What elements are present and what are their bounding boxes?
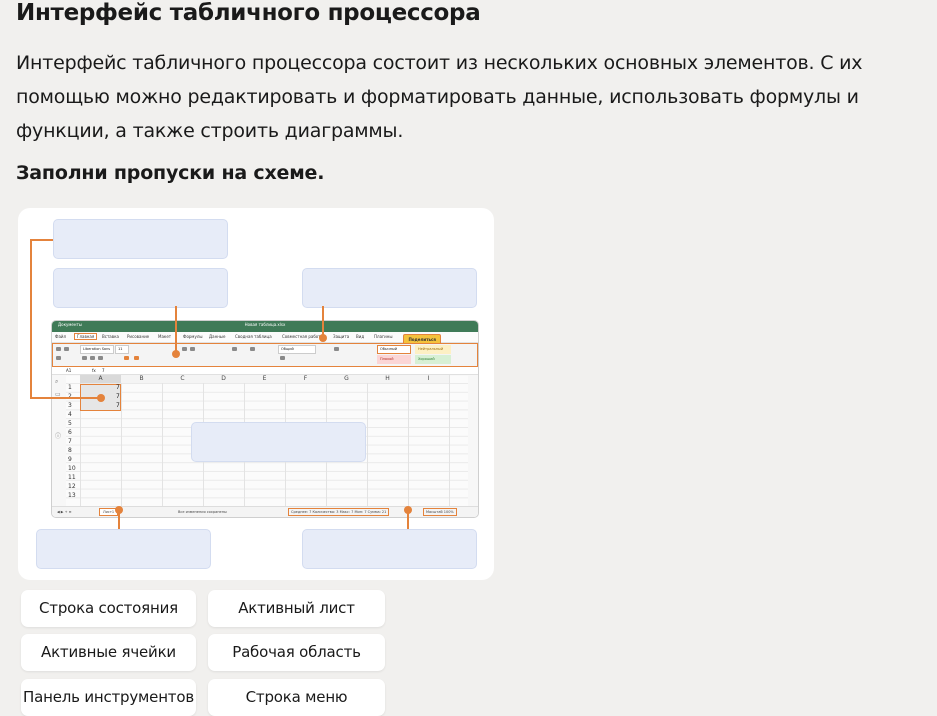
- connector-line: [175, 306, 177, 352]
- copy-icon[interactable]: [64, 347, 69, 351]
- row-number[interactable]: 7: [68, 438, 78, 445]
- answer-option-toolbar[interactable]: Панель инструментов: [21, 679, 196, 716]
- row-number[interactable]: 12: [68, 483, 78, 490]
- menu-bar: Файл Главная Вставка Рисование Макет Фор…: [52, 332, 478, 345]
- connector-dot: [97, 394, 105, 402]
- row-number[interactable]: 10: [68, 465, 78, 472]
- row-number[interactable]: 5: [68, 420, 78, 427]
- cell-value[interactable]: 7: [116, 402, 120, 409]
- connector-line: [30, 397, 100, 399]
- column-header[interactable]: H: [367, 375, 408, 383]
- intro-text: Интерфейс табличного процессора состоит …: [16, 52, 863, 142]
- column-header[interactable]: A: [80, 375, 121, 383]
- answer-option-active-sheet[interactable]: Активный лист: [208, 590, 385, 627]
- style-good[interactable]: Хороший: [415, 355, 451, 364]
- info-icon[interactable]: ⓘ: [55, 431, 61, 440]
- cell-value[interactable]: 7: [116, 393, 120, 400]
- style-normal[interactable]: Обычный: [377, 345, 411, 354]
- menu-item-protect[interactable]: Защита: [333, 334, 349, 339]
- column-header[interactable]: B: [121, 375, 162, 383]
- answer-option-active-cells[interactable]: Активные ячейки: [21, 634, 196, 671]
- row-number[interactable]: 9: [68, 456, 78, 463]
- menu-item-draw[interactable]: Рисование: [127, 334, 149, 339]
- menu-item-view[interactable]: Вид: [356, 334, 364, 339]
- page-title: Интерфейс табличного процессора: [16, 0, 481, 26]
- drop-slot-bottom-left[interactable]: [36, 529, 211, 569]
- menu-item-plugins[interactable]: Плагины: [374, 334, 393, 339]
- sort-icon[interactable]: [250, 347, 255, 351]
- title-bar: Документы Новая таблица.xlsx: [52, 321, 478, 332]
- menu-item-collab[interactable]: Совместная работа: [282, 334, 323, 339]
- menu-item-file[interactable]: Файл: [55, 334, 66, 339]
- left-sidebar: ⌕ ▭ ⓘ: [52, 375, 66, 506]
- right-sidebar: [468, 375, 478, 506]
- drop-slot-bottom-right[interactable]: [302, 529, 477, 569]
- cell-value[interactable]: 7: [116, 384, 120, 391]
- fill-color-icon[interactable]: [124, 356, 129, 360]
- column-header[interactable]: D: [203, 375, 244, 383]
- sheet-nav-icon[interactable]: ◀ ▶ + ≡: [57, 510, 72, 514]
- zoom-control[interactable]: Масштаб 100%: [423, 508, 457, 516]
- column-header[interactable]: I: [408, 375, 449, 383]
- menu-item-layout[interactable]: Макет: [158, 334, 171, 339]
- row-number[interactable]: 4: [68, 411, 78, 418]
- menu-item-data[interactable]: Данные: [209, 334, 225, 339]
- drop-slot-workspace[interactable]: [191, 422, 366, 462]
- row-number[interactable]: 8: [68, 447, 78, 454]
- connector-dot: [404, 506, 412, 514]
- row-number[interactable]: 6: [68, 429, 78, 436]
- conditional-format-icon[interactable]: [334, 347, 339, 351]
- drop-slot-toolbar[interactable]: [302, 268, 477, 308]
- style-neutral[interactable]: Нейтральный: [415, 345, 451, 354]
- column-header[interactable]: F: [285, 375, 326, 383]
- row-number[interactable]: 11: [68, 474, 78, 481]
- connector-dot: [319, 334, 327, 342]
- font-name-select[interactable]: Liberation Sans: [80, 345, 114, 354]
- answer-option-workspace[interactable]: Рабочая область: [208, 634, 385, 671]
- fx-icon: fx: [92, 368, 96, 373]
- menu-item-formulas[interactable]: Формулы: [183, 334, 203, 339]
- row-number[interactable]: 3: [68, 402, 78, 409]
- search-icon[interactable]: ⌕: [55, 378, 58, 386]
- doc-title: Новая таблица.xlsx: [244, 322, 286, 327]
- bold-icon[interactable]: [82, 356, 87, 360]
- menu-item-pivot[interactable]: Сводная таблица: [235, 334, 272, 339]
- row-number[interactable]: 13: [68, 492, 78, 499]
- connector-line: [30, 239, 53, 241]
- save-status: Все изменения сохранены: [178, 510, 227, 514]
- font-size-select[interactable]: 11: [115, 345, 129, 354]
- formula-input[interactable]: 7: [102, 368, 105, 373]
- spreadsheet-screenshot: Документы Новая таблица.xlsx Файл Главна…: [51, 320, 479, 518]
- answer-option-menu-bar[interactable]: Строка меню: [208, 679, 385, 716]
- number-format-select[interactable]: Общий: [278, 345, 316, 354]
- menu-item-home[interactable]: Главная: [74, 333, 98, 340]
- formula-bar: A1 fx 7: [52, 367, 478, 375]
- percent-icon[interactable]: [280, 356, 285, 360]
- task-text: Заполни пропуски на схеме.: [16, 162, 325, 184]
- column-header[interactable]: G: [326, 375, 367, 383]
- font-color-icon[interactable]: [134, 356, 139, 360]
- align-left-icon[interactable]: [182, 347, 187, 351]
- column-header[interactable]: E: [244, 375, 285, 383]
- row-number[interactable]: 1: [68, 384, 78, 391]
- drop-slot-menu[interactable]: [53, 268, 228, 308]
- connector-line: [30, 239, 32, 398]
- connector-dot: [115, 506, 123, 514]
- underline-icon[interactable]: [98, 356, 103, 360]
- cut-icon[interactable]: [56, 356, 61, 360]
- paste-icon[interactable]: [56, 347, 61, 351]
- menu-item-insert[interactable]: Вставка: [102, 334, 119, 339]
- align-center-icon[interactable]: [190, 347, 195, 351]
- column-header[interactable]: C: [162, 375, 203, 383]
- toolbar: Liberation Sans 11 Общий Обычный Нейтрал…: [52, 343, 478, 367]
- italic-icon[interactable]: [90, 356, 95, 360]
- style-bad[interactable]: Плохой: [377, 355, 411, 364]
- drop-slot-top[interactable]: [53, 219, 228, 259]
- sum-icon[interactable]: [232, 347, 237, 351]
- connector-dot: [172, 350, 180, 358]
- cell-reference[interactable]: A1: [66, 368, 71, 373]
- answer-option-status-bar[interactable]: Строка состояния: [21, 590, 196, 627]
- status-stats: Среднее: 7 Количество: 3 Макс: 7 Мин: 7 …: [288, 508, 390, 516]
